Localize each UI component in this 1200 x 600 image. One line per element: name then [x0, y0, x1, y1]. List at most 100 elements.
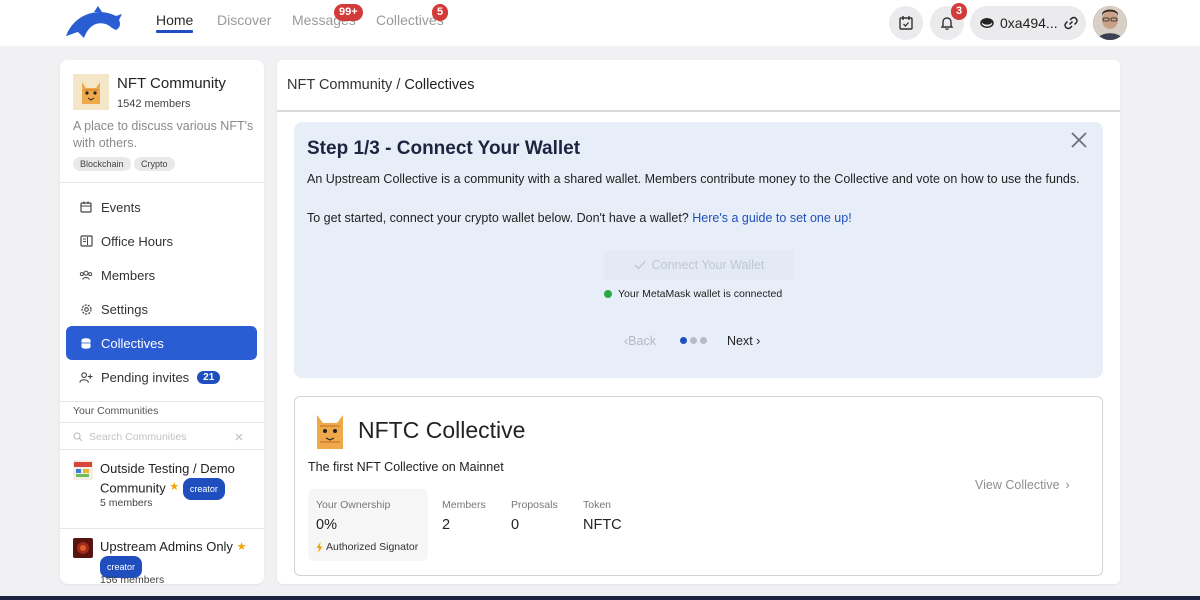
calendar-button[interactable] — [889, 6, 923, 40]
members-value: 2 — [442, 517, 451, 533]
user-avatar[interactable] — [1093, 6, 1127, 40]
nav-home[interactable]: Home — [156, 12, 194, 33]
header-divider — [277, 110, 1120, 112]
sidebar-item-pending-invites[interactable]: Pending invites 21 — [66, 360, 257, 394]
community-icon — [73, 460, 93, 480]
sidebar-item-members[interactable]: Members — [66, 258, 257, 292]
collectives-badge: 5 — [432, 4, 449, 21]
community-members: 5 members — [100, 497, 153, 509]
members-icon — [79, 268, 93, 282]
dolphin-logo[interactable] — [64, 6, 124, 40]
sidebar-divider — [60, 422, 264, 423]
connect-wallet-label: Connect Your Wallet — [651, 258, 765, 272]
collective-avatar — [317, 415, 343, 449]
instruction-text: To get started, connect your crypto wall… — [307, 211, 689, 225]
community-name-line2: Community — [100, 480, 166, 496]
token-value: NFTC — [583, 517, 622, 533]
wallet-status-text: Your MetaMask wallet is connected — [618, 288, 783, 300]
pager-dot — [680, 337, 687, 344]
sidebar-divider — [60, 528, 264, 529]
step-pager — [680, 337, 707, 344]
creator-badge: creator — [182, 478, 225, 500]
token-label: Token — [583, 499, 612, 511]
step-instruction: To get started, connect your crypto wall… — [307, 211, 852, 225]
connected-status-dot — [604, 290, 612, 298]
ownership-label: Your Ownership — [316, 499, 391, 511]
sidebar-item-label: Office Hours — [101, 233, 174, 249]
back-label: Back — [628, 334, 656, 348]
community-name-line1: Upstream Admins Only — [100, 539, 233, 554]
signer-badge: Authorized Signator — [316, 541, 418, 553]
sidebar-divider — [60, 401, 264, 402]
link-icon[interactable] — [1063, 16, 1078, 30]
community-avatar[interactable] — [73, 74, 109, 110]
community-members: 1542 members — [117, 98, 191, 110]
pager-dot — [690, 337, 697, 344]
close-icon[interactable] — [1069, 130, 1089, 150]
sidebar-item-label: Events — [101, 199, 141, 215]
sidebar-item-events[interactable]: Events — [66, 190, 257, 224]
sidebar-item-label: Members — [101, 267, 156, 283]
step-title: Step 1/3 - Connect Your Wallet — [307, 138, 581, 159]
chevron-right-icon: › — [752, 334, 761, 348]
community-name[interactable]: NFT Community — [117, 75, 226, 92]
nav-discover[interactable]: Discover — [217, 12, 271, 28]
tag-crypto[interactable]: Crypto — [134, 157, 175, 171]
community-search — [73, 429, 253, 445]
your-communities-label: Your Communities — [73, 405, 159, 417]
community-description: A place to discuss various NFT's with ot… — [73, 119, 254, 150]
lightning-icon — [316, 541, 323, 553]
wallet-icon — [980, 18, 994, 28]
collective-name[interactable]: NFTC Collective — [358, 417, 525, 444]
pending-invites-count: 21 — [197, 370, 221, 384]
calendar-icon — [79, 200, 93, 214]
community-name-line1: Outside Testing / Demo — [100, 461, 235, 476]
search-input[interactable] — [89, 431, 229, 443]
sidebar-item-collectives[interactable]: Collectives — [66, 326, 257, 360]
star-icon: ★ — [236, 541, 247, 553]
calendar-check-icon — [899, 16, 913, 30]
step-description: An Upstream Collective is a community wi… — [307, 172, 1080, 186]
sidebar-item-office-hours[interactable]: Office Hours — [66, 224, 257, 258]
view-collective-label: View Collective — [975, 478, 1060, 492]
add-user-icon — [79, 370, 93, 384]
community-icon — [73, 538, 93, 558]
next-button[interactable]: Next › — [727, 334, 760, 348]
top-navigation: Home Discover Messages 99+ Collectives 5… — [0, 0, 1200, 46]
wallet-status: Your MetaMask wallet is connected — [604, 288, 782, 300]
next-label: Next — [727, 334, 753, 348]
view-collective-link[interactable]: View Collective › — [975, 478, 1070, 492]
connect-wallet-button[interactable]: Connect Your Wallet — [604, 250, 794, 280]
pager-dot — [700, 337, 707, 344]
search-icon — [73, 432, 83, 442]
proposals-value: 0 — [511, 517, 520, 533]
main-panel: NFT Community / Collectives Step 1/3 - C… — [277, 60, 1120, 584]
wallet-guide-link[interactable]: Here's a guide to set one up! — [692, 211, 851, 225]
sidebar-divider — [60, 449, 264, 450]
star-icon: ★ — [169, 481, 180, 493]
sidebar-item-settings[interactable]: Settings — [66, 292, 257, 326]
sidebar: NFT Community 1542 members A place to di… — [60, 60, 264, 584]
bottom-bar — [0, 596, 1200, 600]
breadcrumb-separator: / — [396, 77, 401, 93]
wallet-pill[interactable]: 0xa494... — [970, 6, 1086, 40]
wallet-setup-step: Step 1/3 - Connect Your Wallet An Upstre… — [294, 122, 1103, 378]
sidebar-item-label: Settings — [101, 301, 148, 317]
community-members: 156 members — [100, 574, 165, 584]
breadcrumb: NFT Community / Collectives — [287, 77, 474, 93]
clear-search-icon[interactable] — [235, 433, 243, 441]
collective-card: NFTC Collective The first NFT Collective… — [294, 396, 1103, 576]
collective-description: The first NFT Collective on Mainnet — [308, 460, 504, 474]
back-button[interactable]: ‹Back — [624, 334, 656, 348]
proposals-label: Proposals — [511, 499, 558, 511]
ownership-value: 0% — [316, 517, 337, 533]
sidebar-divider — [60, 182, 264, 183]
chevron-right-icon: › — [1065, 478, 1070, 492]
breadcrumb-parent[interactable]: NFT Community — [287, 77, 392, 93]
breadcrumb-current: Collectives — [404, 77, 475, 93]
ownership-box: Your Ownership 0% Authorized Signator — [308, 489, 428, 561]
tag-blockchain[interactable]: Blockchain — [73, 157, 131, 171]
gear-icon — [79, 302, 93, 316]
signer-label: Authorized Signator — [326, 541, 419, 553]
wallet-address: 0xa494... — [1000, 15, 1058, 31]
